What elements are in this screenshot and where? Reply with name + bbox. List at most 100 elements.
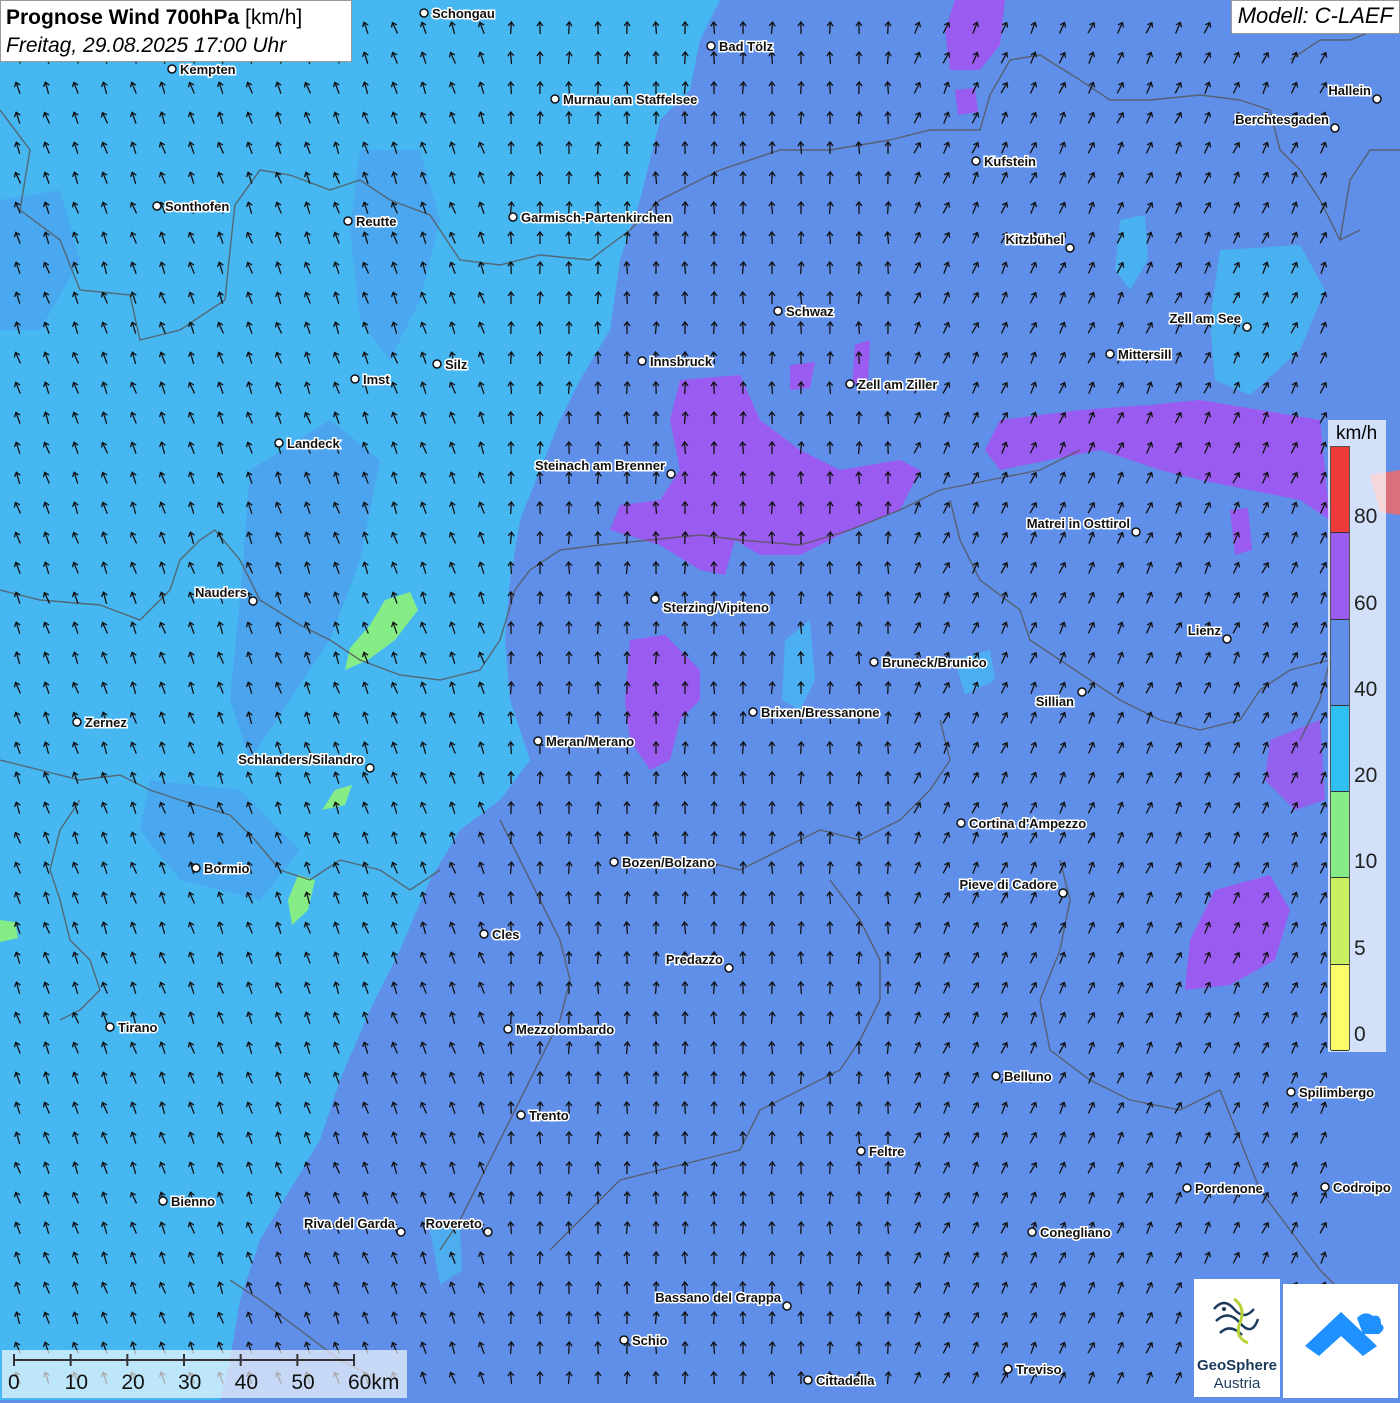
city-dot xyxy=(748,707,758,717)
city-label: Pordenone xyxy=(1195,1181,1263,1196)
city-dot xyxy=(508,212,518,222)
city-label: Innsbruck xyxy=(650,354,713,369)
city-label: Sonthofen xyxy=(165,199,229,214)
city-label: Berchtesgaden xyxy=(1235,112,1329,127)
scale-label: 10 xyxy=(64,1371,89,1394)
city-dot xyxy=(1242,322,1252,332)
city-label: Kempten xyxy=(180,62,236,77)
city-label: Lienz xyxy=(1188,623,1222,638)
city-label: Feltre xyxy=(869,1144,904,1159)
city-label: Treviso xyxy=(1016,1362,1062,1377)
city-label: Kitzbühel xyxy=(1006,232,1065,247)
city-label: Cortina d'Ampezzo xyxy=(969,816,1086,831)
city-marker: Innsbruck xyxy=(637,353,714,371)
city-dot xyxy=(956,818,966,828)
city-dot xyxy=(706,41,716,51)
city-dot xyxy=(1058,888,1068,898)
geosphere-symbol-icon xyxy=(1213,1297,1260,1345)
city-dot xyxy=(248,596,258,606)
map-title-unit: [km/h] xyxy=(245,6,303,29)
city-label: Schwaz xyxy=(786,304,834,319)
city-label: Landeck xyxy=(287,436,341,451)
city-label: Murnau am Staffelsee xyxy=(563,92,697,107)
legend-swatch xyxy=(1331,447,1349,534)
geosphere-logo: GeoSphere Austria xyxy=(1194,1279,1280,1397)
city-dot xyxy=(1065,243,1075,253)
city-label: Sterzing/Vipiteno xyxy=(663,600,769,615)
city-label: Spilimbergo xyxy=(1299,1085,1374,1100)
scale-label: 60km xyxy=(348,1371,400,1394)
geosphere-subtitle: Austria xyxy=(1213,1375,1261,1392)
legend-color-bar xyxy=(1330,446,1350,1051)
city-dot xyxy=(650,594,660,604)
city-dot xyxy=(167,64,177,74)
city-dot xyxy=(1077,687,1087,697)
city-label: Bozen/Bolzano xyxy=(622,855,715,870)
city-label: Pieve di Cadore xyxy=(959,877,1057,892)
legend-swatch xyxy=(1331,878,1349,965)
title-box: Prognose Wind 700hPa [km/h] Freitag, 29.… xyxy=(0,0,352,62)
city-label: Zell am See xyxy=(1169,311,1241,326)
geosphere-name: GeoSphere xyxy=(1196,1357,1278,1374)
city-dot xyxy=(503,1024,513,1034)
scale-label: 20 xyxy=(121,1371,145,1394)
weather-app-logo xyxy=(1283,1284,1398,1398)
scale-bar: 0 10 20 30 40 50 60km xyxy=(2,1350,407,1398)
city-label: Schio xyxy=(632,1333,667,1348)
legend-swatch xyxy=(1331,792,1349,879)
city-dot xyxy=(152,201,162,211)
city-dot xyxy=(419,8,429,18)
city-dot xyxy=(396,1227,406,1237)
city-dot xyxy=(274,438,284,448)
city-dot xyxy=(533,736,543,746)
scale-label: 30 xyxy=(178,1371,202,1394)
city-marker: Bruneck/Brunico xyxy=(869,654,988,672)
scale-label: 40 xyxy=(234,1371,259,1394)
legend-label: 60 xyxy=(1354,591,1378,615)
city-label: Sillian xyxy=(1036,694,1074,709)
city-dot xyxy=(72,717,82,727)
legend-label: 80 xyxy=(1354,505,1378,529)
city-marker: Brixen/Bressanone xyxy=(748,704,881,722)
city-dot xyxy=(869,657,879,667)
legend-swatch xyxy=(1331,533,1349,620)
legend-label: 40 xyxy=(1354,677,1378,701)
city-marker: Meran/Merano xyxy=(533,733,636,751)
city-dot xyxy=(856,1146,866,1156)
city-marker: Zell am Ziller xyxy=(845,376,939,394)
legend-label: 20 xyxy=(1354,764,1378,788)
city-label: Brixen/Bressanone xyxy=(761,705,880,720)
city-marker: Murnau am Staffelsee xyxy=(550,91,699,109)
city-label: Nauders xyxy=(195,585,247,600)
city-dot xyxy=(350,374,360,384)
wind-map[interactable]: Schongau Bad Tölz Kempten Murnau am Staffel… xyxy=(0,0,1400,1400)
city-label: Cittadella xyxy=(816,1373,875,1388)
city-label: Bormio xyxy=(204,861,250,876)
city-label: Matrei in Osttirol xyxy=(1027,516,1130,531)
city-dot xyxy=(1003,1364,1013,1374)
city-marker: Mezzolombardo xyxy=(503,1021,616,1039)
city-label: Mezzolombardo xyxy=(516,1022,614,1037)
scale-label: 50 xyxy=(291,1371,315,1394)
city-dot xyxy=(1320,1182,1330,1192)
purple-patch-small-1 xyxy=(955,88,978,115)
city-label: Silz xyxy=(445,357,468,372)
city-dot xyxy=(432,359,442,369)
city-dot xyxy=(971,156,981,166)
city-dot xyxy=(479,929,489,939)
city-dot xyxy=(845,379,855,389)
city-dot xyxy=(516,1110,526,1120)
city-dot xyxy=(991,1071,1001,1081)
city-label: Imst xyxy=(363,372,390,387)
city-label: Hallein xyxy=(1328,83,1371,98)
city-marker: Sonthofen xyxy=(152,198,231,216)
city-label: Schongau xyxy=(432,6,495,21)
color-legend: km/h 80 60 40 20 10 5 0 xyxy=(1328,420,1386,1052)
city-label: Meran/Merano xyxy=(546,734,634,749)
city-dot xyxy=(724,963,734,973)
city-dot xyxy=(1182,1183,1192,1193)
legend-swatch xyxy=(1331,619,1349,706)
city-label: Mittersill xyxy=(1118,347,1171,362)
city-dot xyxy=(619,1335,629,1345)
legend-label: 10 xyxy=(1354,850,1378,874)
